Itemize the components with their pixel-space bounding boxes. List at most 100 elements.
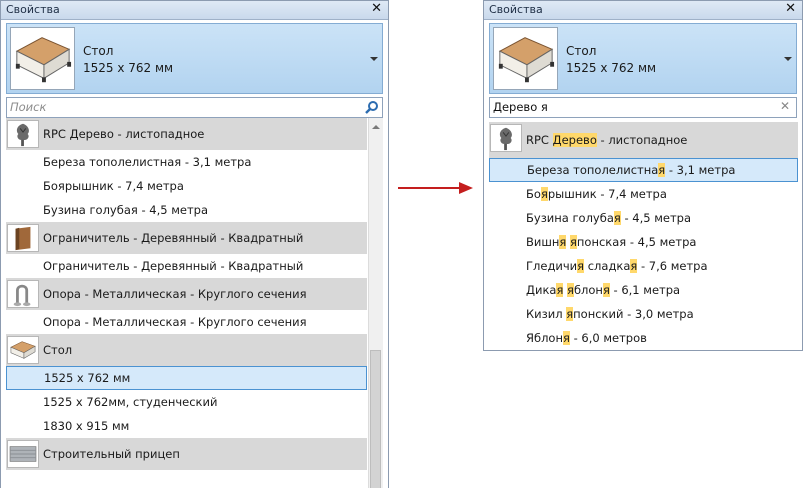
type-row[interactable]: Кизил японский - 3,0 метра (489, 302, 798, 326)
match-highlight: я (563, 331, 570, 345)
list-scrollbar[interactable] (368, 118, 383, 488)
type-selector[interactable]: Стол 1525 x 762 мм (489, 23, 797, 94)
properties-panel-after: Свойства ✕ Стол 1525 x 762 мм ✕ RPC Дере… (483, 0, 803, 351)
type-label: Береза тополелистная - 3,1 метра (527, 163, 735, 177)
label-text: - 6,0 метров (569, 331, 647, 345)
table-thumbnail (493, 27, 558, 90)
type-size: 1525 x 762 мм (566, 61, 657, 75)
type-label: Вишня японская - 4,5 метра (526, 235, 696, 249)
trailer-icon (7, 440, 39, 468)
label-text: рышник - 7,4 метра (547, 187, 667, 201)
type-label: Бузина голубая - 4,5 метра (43, 203, 208, 217)
type-row[interactable]: Дикая яблоня - 6,1 метра (489, 278, 798, 302)
tree-icon (490, 124, 522, 152)
match-highlight: я (569, 235, 577, 249)
type-row[interactable]: Гледичия сладкая - 7,6 метра (489, 254, 798, 278)
family-row[interactable]: RPC Дерево - листопадное (489, 122, 798, 158)
search-box[interactable]: ✕ (489, 97, 797, 118)
label-text: Бо (526, 187, 541, 201)
table-icon (7, 336, 39, 364)
panel-title: Свойства (6, 3, 60, 16)
type-row[interactable]: Бузина голубая - 4,5 метра (489, 206, 798, 230)
label-text: Дика (526, 283, 557, 297)
label-text: Яблон (526, 331, 563, 345)
label-text: - 4,5 метра (620, 211, 692, 225)
label-text: - 3,1 метра (665, 163, 736, 177)
family-label: Опора - Металлическая - Круглого сечения (43, 287, 307, 301)
dropdown-arrow-icon[interactable] (370, 57, 378, 61)
scroll-up-icon[interactable] (372, 125, 380, 129)
type-list: RPC Дерево - листопадное Береза тополелис… (489, 118, 798, 350)
match-highlight: я (613, 211, 621, 225)
label-text: блон (573, 283, 603, 297)
panel-title: Свойства (489, 3, 543, 16)
search-icon[interactable] (364, 100, 379, 115)
family-row[interactable]: RPC Дерево - листопадное (6, 118, 367, 150)
type-label: Ограничитель - Деревянный - Квадратный (43, 259, 304, 273)
type-name: Стол (83, 44, 114, 58)
label-text: понская - 4,5 метра (576, 235, 697, 249)
type-row[interactable]: 1525 x 762мм, студенческий (6, 390, 367, 414)
type-label: Боярышник - 7,4 метра (526, 187, 667, 201)
type-row[interactable]: Береза тополелистная - 3,1 метра (6, 150, 367, 174)
clear-search-icon[interactable]: ✕ (780, 99, 790, 113)
type-label: 1525 x 762 мм (44, 371, 131, 385)
type-name: Стол (566, 44, 597, 58)
wood-block-icon (7, 224, 39, 252)
type-selector[interactable]: Стол 1525 x 762 мм (6, 23, 383, 94)
label-text: - листопадное (596, 133, 688, 147)
post-icon (7, 280, 39, 308)
type-row[interactable]: Опора - Металлическая - Круглого сечения (6, 310, 367, 334)
type-list: RPC Дерево - листопадное Береза тополелис… (6, 118, 367, 488)
panel-titlebar: Свойства ✕ (1, 1, 388, 20)
family-label: Ограничитель - Деревянный - Квадратный (43, 231, 304, 245)
type-label: Кизил японский - 3,0 метра (526, 307, 694, 321)
family-row[interactable]: Опора - Металлическая - Круглого сечения (6, 278, 367, 310)
type-row[interactable]: Боярышник - 7,4 метра (6, 174, 367, 198)
arrow-head-icon (459, 182, 473, 194)
label-text: понский - 3,0 метра (573, 307, 694, 321)
label-text: Вишн (526, 235, 560, 249)
type-size: 1525 x 762 мм (83, 61, 174, 75)
label-text: Береза тополелистна (527, 163, 659, 177)
type-row[interactable]: Боярышник - 7,4 метра (489, 182, 798, 206)
type-label: Гледичия сладкая - 7,6 метра (526, 259, 708, 273)
type-label: 1830 x 915 мм (43, 419, 130, 433)
type-label: Яблоня - 6,0 метров (526, 331, 647, 345)
type-row[interactable]: 1525 x 762 мм (6, 366, 367, 390)
family-row[interactable]: Строительный прицеп (6, 438, 367, 470)
search-input[interactable] (493, 99, 793, 115)
close-icon[interactable]: ✕ (371, 1, 382, 16)
panel-titlebar: Свойства ✕ (484, 1, 802, 20)
type-row[interactable]: Яблоня - 6,0 метров (489, 326, 798, 350)
type-label: 1525 x 762мм, студенческий (43, 395, 218, 409)
match-highlight: я (540, 187, 548, 201)
type-label: Бузина голубая - 4,5 метра (526, 211, 691, 225)
label-text: - 6,1 метра (609, 283, 681, 297)
search-input[interactable] (10, 99, 310, 115)
table-thumbnail (10, 27, 75, 90)
dropdown-arrow-icon[interactable] (784, 57, 792, 61)
type-label: Боярышник - 7,4 метра (43, 179, 184, 193)
search-box[interactable] (6, 97, 383, 118)
type-row[interactable]: Береза тополелистная - 3,1 метра (489, 158, 798, 182)
type-label: Дикая яблоня - 6,1 метра (526, 283, 680, 297)
label-text: сладка (584, 259, 631, 273)
family-label: RPC Дерево - листопадное (526, 133, 687, 147)
label-text: Бузина голуба (526, 211, 614, 225)
properties-panel-before: Свойства ✕ Стол 1525 x 762 мм RPC Дерево… (0, 0, 389, 488)
match-highlight: я (602, 283, 610, 297)
type-row[interactable]: Бузина голубая - 4,5 метра (6, 198, 367, 222)
type-row[interactable]: 1830 x 915 мм (6, 414, 367, 438)
family-label: Строительный прицеп (43, 447, 180, 461)
scroll-thumb[interactable] (370, 350, 381, 488)
transition-arrow (398, 187, 460, 189)
family-row[interactable]: Стол (6, 334, 367, 366)
label-text: Гледичи (526, 259, 578, 273)
match-highlight: я (567, 283, 574, 297)
family-row[interactable]: Ограничитель - Деревянный - Квадратный (6, 222, 367, 254)
family-label: RPC Дерево - листопадное (43, 127, 205, 141)
type-row[interactable]: Вишня японская - 4,5 метра (489, 230, 798, 254)
type-row[interactable]: Ограничитель - Деревянный - Квадратный (6, 254, 367, 278)
close-icon[interactable]: ✕ (785, 1, 796, 16)
